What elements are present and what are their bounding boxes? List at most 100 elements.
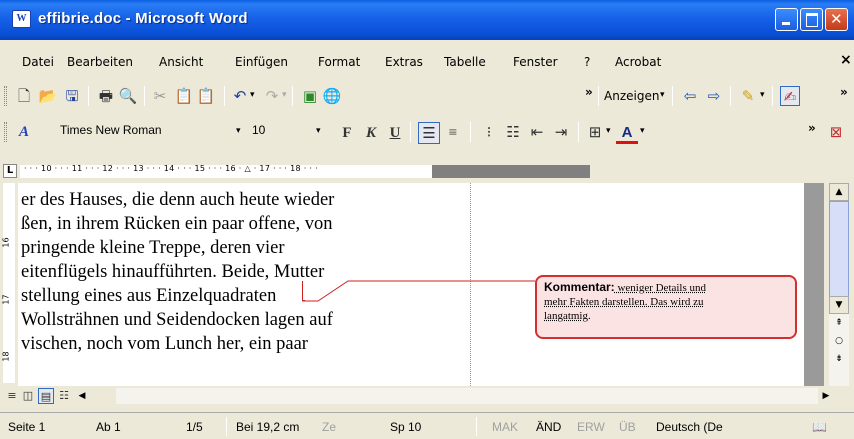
document-page[interactable]: er des Hauses, die denn auch heute wiede… (18, 183, 804, 386)
font-size-value[interactable]: 10 (252, 123, 265, 137)
italic-button[interactable]: K (360, 122, 382, 144)
menu-einfuegen[interactable]: Einfügen (235, 55, 288, 69)
status-extend[interactable]: ERW (577, 420, 605, 434)
menu-fenster[interactable]: Fenster (513, 55, 558, 69)
redo-dropdown-icon[interactable]: ▾ (282, 90, 287, 100)
vertical-ruler-label: 17 (1, 294, 11, 305)
spelling-status-icon[interactable]: 📖 (812, 420, 827, 434)
print-layout-icon[interactable]: ▤ (38, 388, 54, 404)
menu-extras[interactable]: Extras (385, 55, 423, 69)
track-changes-icon[interactable]: ✍ (780, 86, 800, 106)
previous-page-icon[interactable]: ⇞ (829, 315, 849, 333)
minimize-button[interactable] (775, 8, 798, 31)
standard-toolbar: 🗋 📂 🖫 🖶 🔍 ✂ 📋 📋 ↶ ▾ ↷ ▾ ▣ 🌐 » Anzeigen ▾… (0, 82, 854, 110)
cut-icon[interactable]: ✂ (150, 86, 170, 106)
bold-button[interactable]: F (336, 122, 358, 144)
horizontal-ruler[interactable]: L · · · 10 · · · 11 · · · 12 · · · 13 · … (0, 161, 854, 183)
styles-icon[interactable]: A (14, 122, 34, 142)
document-area[interactable]: er des Hauses, die denn auch heute wiede… (18, 183, 804, 386)
anzeigen-button[interactable]: Anzeigen (604, 89, 659, 103)
save-icon[interactable]: 🖫 (62, 86, 82, 106)
scroll-up-button[interactable]: ▲ (829, 183, 849, 201)
menu-acrobat[interactable]: Acrobat (615, 55, 661, 69)
border-icon[interactable]: ⊞ (584, 122, 606, 144)
open-folder-icon[interactable]: 📂 (38, 86, 58, 106)
font-color-dropdown-icon[interactable]: ▾ (640, 126, 645, 136)
bullet-list-icon[interactable]: ☷ (502, 122, 524, 144)
status-page-count: 1/5 (186, 420, 203, 434)
next-change-icon[interactable]: ⇨ (704, 86, 724, 106)
anzeigen-dropdown-icon[interactable]: ▾ (660, 90, 665, 100)
toolbar-grip[interactable] (4, 86, 7, 106)
font-color-icon[interactable]: A (616, 122, 638, 144)
vertical-scrollbar[interactable]: ▲ ▼ ⇞ ○ ⇟ (824, 183, 854, 386)
redo-icon[interactable]: ↷ (262, 86, 282, 106)
status-divider (226, 417, 227, 436)
print-icon[interactable]: 🖶 (96, 86, 116, 106)
undo-dropdown-icon[interactable]: ▾ (250, 90, 255, 100)
menu-bar: Datei Bearbeiten Ansicht Einfügen Format… (0, 52, 854, 72)
toolbar-overflow-icon-3[interactable]: » (808, 121, 816, 135)
increase-indent-icon[interactable]: ⇥ (550, 122, 572, 144)
undo-icon[interactable]: ↶ (230, 86, 250, 106)
underline-button[interactable]: U (384, 122, 406, 144)
comment-balloon[interactable]: Kommentar: weniger Details und mehr Fakt… (535, 275, 797, 339)
toolbar-separator (578, 122, 579, 142)
scroll-down-button[interactable]: ▼ (829, 296, 849, 314)
menu-ansicht[interactable]: Ansicht (159, 55, 203, 69)
status-macro[interactable]: MAK (492, 420, 518, 434)
toolbar-overflow-icon-2[interactable]: » (840, 85, 848, 99)
word-app-icon[interactable]: W (12, 10, 31, 28)
size-dropdown-icon[interactable]: ▾ (316, 126, 321, 136)
status-overtype[interactable]: ÜB (619, 420, 636, 434)
vertical-scroll-thumb[interactable] (829, 201, 849, 297)
web-globe-icon[interactable]: 🌐 (322, 86, 342, 106)
insert-comment-icon[interactable]: ✎ (738, 86, 758, 106)
font-dropdown-icon[interactable]: ▾ (236, 126, 241, 136)
maximize-button[interactable] (800, 8, 823, 31)
close-document-button[interactable]: × (840, 52, 852, 68)
menu-help[interactable]: ? (584, 55, 590, 69)
comment-dropdown-icon[interactable]: ▾ (760, 90, 765, 100)
status-language[interactable]: Deutsch (De (656, 420, 723, 434)
border-dropdown-icon[interactable]: ▾ (606, 126, 611, 136)
toolbar-separator (730, 86, 731, 106)
next-page-icon[interactable]: ⇟ (829, 351, 849, 369)
vertical-ruler[interactable]: 16 17 18 (0, 183, 18, 383)
font-name-value[interactable]: Times New Roman (60, 123, 162, 137)
browse-object-icon[interactable]: ○ (829, 333, 849, 351)
menu-tabelle[interactable]: Tabelle (444, 55, 486, 69)
acrobat-icon[interactable]: ⊠ (826, 122, 846, 142)
toolbar-overflow-icon[interactable]: » (585, 85, 593, 99)
align-center-icon[interactable]: ≡ (442, 122, 464, 144)
menu-format[interactable]: Format (318, 55, 360, 69)
print-preview-icon[interactable]: 🔍 (118, 86, 138, 106)
menu-datei[interactable]: Datei (22, 55, 54, 69)
vertical-ruler-label: 16 (1, 237, 11, 248)
ruler-margin-area (432, 165, 590, 178)
toolbar-separator (144, 86, 145, 106)
previous-change-icon[interactable]: ⇦ (680, 86, 700, 106)
paste-icon[interactable]: 📋 (196, 86, 216, 106)
scroll-left-button[interactable]: ◀ (74, 388, 90, 404)
horizontal-scrollbar[interactable]: ≡ ◫ ▤ ☷ ◀ ▶ (0, 386, 854, 406)
tab-selector[interactable]: L (3, 164, 17, 178)
scroll-right-button[interactable]: ▶ (818, 388, 834, 404)
status-track-changes[interactable]: ÄND (536, 420, 561, 434)
close-window-button[interactable] (825, 8, 848, 31)
markup-area-gutter (804, 183, 824, 386)
numbered-list-icon[interactable]: ⁝ (478, 122, 500, 144)
normal-view-icon[interactable]: ≡ (4, 388, 20, 404)
toolbar-separator (470, 122, 471, 142)
copy-icon[interactable]: 📋 (174, 86, 194, 106)
menu-bearbeiten[interactable]: Bearbeiten (67, 55, 133, 69)
align-left-icon[interactable]: ☰ (418, 122, 440, 144)
decrease-indent-icon[interactable]: ⇤ (526, 122, 548, 144)
insert-drawing-icon[interactable]: ▣ (300, 86, 320, 106)
web-layout-icon[interactable]: ◫ (20, 388, 36, 404)
comment-label: Kommentar: (544, 280, 615, 294)
new-document-icon[interactable]: 🗋 (14, 86, 34, 106)
horizontal-scroll-track[interactable] (116, 388, 818, 404)
toolbar-grip[interactable] (4, 122, 7, 142)
outline-view-icon[interactable]: ☷ (56, 388, 72, 404)
